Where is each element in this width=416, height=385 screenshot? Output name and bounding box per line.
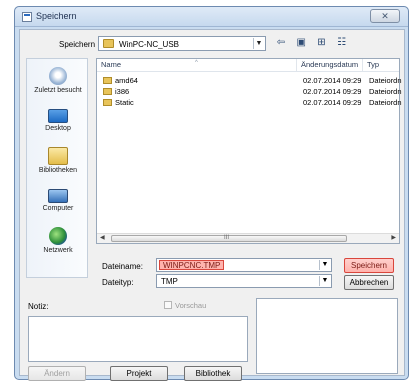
- scroll-right-icon[interactable]: ▶: [391, 234, 396, 241]
- library-button[interactable]: Bibliothek: [184, 366, 242, 381]
- computer-icon: [48, 189, 68, 203]
- preview-label: Vorschau: [175, 301, 207, 310]
- preview-checkbox[interactable]: Vorschau: [164, 301, 206, 310]
- list-item[interactable]: i386 02.07.2014 09:29 Dateiordn: [97, 86, 402, 97]
- file-list[interactable]: Name ^ Änderungsdatum Typ amd64 02.07.20…: [96, 58, 402, 244]
- filetype-value: TMP: [161, 277, 178, 286]
- filetype-select[interactable]: TMP ▼: [156, 274, 332, 288]
- note-textarea[interactable]: [28, 316, 248, 362]
- save-in-combobox[interactable]: WinPC-NC_USB ▼: [98, 36, 266, 51]
- filetype-label: Dateityp:: [102, 278, 134, 287]
- change-button[interactable]: Ändern: [28, 366, 86, 381]
- folder-icon: [103, 77, 112, 84]
- window-icon: [22, 12, 32, 22]
- network-icon: [49, 227, 67, 245]
- item-date: 02.07.2014 09:29: [303, 76, 362, 85]
- cancel-button[interactable]: Abbrechen: [344, 275, 394, 290]
- item-name: i386: [115, 87, 130, 96]
- chevron-down-icon[interactable]: ▼: [253, 38, 264, 49]
- window-title: Speichern: [36, 11, 77, 21]
- save-in-label: Speichern: [59, 40, 96, 49]
- list-item[interactable]: Static 02.07.2014 09:29 Dateiordn: [97, 97, 402, 108]
- checkbox-icon: [164, 301, 172, 309]
- title-bar[interactable]: Speichern ✕: [15, 7, 408, 27]
- sort-caret-icon: ^: [195, 60, 198, 66]
- preview-pane: [256, 298, 398, 374]
- scroll-grip: III: [224, 235, 230, 241]
- nav-toolbar: ⇦ ▣ ⊞ ☷: [274, 36, 353, 50]
- column-header-type[interactable]: Typ: [363, 59, 401, 71]
- filename-field[interactable]: WINPCNC.TMP ▼: [156, 258, 332, 272]
- place-label: Bibliotheken: [38, 167, 78, 174]
- chevron-down-icon[interactable]: ▼: [319, 276, 330, 286]
- place-computer[interactable]: Computer: [27, 189, 89, 212]
- item-date: 02.07.2014 09:29: [303, 87, 362, 96]
- horizontal-scrollbar[interactable]: ◀ III ▶: [97, 233, 399, 243]
- places-bar: Zuletzt besucht Desktop Bibliotheken Com…: [26, 58, 88, 278]
- recent-places-icon: [49, 67, 67, 85]
- item-type: Dateiordn: [369, 76, 402, 85]
- place-recent[interactable]: Zuletzt besucht: [27, 67, 89, 94]
- desktop-icon: [48, 109, 68, 123]
- close-button[interactable]: ✕: [370, 9, 400, 23]
- place-network[interactable]: Netzwerk: [27, 227, 89, 254]
- folder-icon: [103, 88, 112, 95]
- item-date: 02.07.2014 09:29: [303, 98, 362, 107]
- project-button[interactable]: Projekt: [110, 366, 168, 381]
- item-name: Static: [115, 98, 134, 107]
- folder-icon: [103, 99, 112, 106]
- filename-label: Dateiname:: [102, 262, 143, 271]
- place-label: Desktop: [45, 125, 71, 132]
- up-folder-icon[interactable]: ▣: [294, 36, 308, 50]
- scroll-left-icon[interactable]: ◀: [100, 234, 105, 241]
- save-in-path: WinPC-NC_USB: [119, 40, 180, 49]
- note-label: Notiz:: [28, 302, 49, 311]
- new-folder-icon[interactable]: ⊞: [314, 36, 328, 50]
- back-icon[interactable]: ⇦: [274, 36, 288, 50]
- list-item[interactable]: amd64 02.07.2014 09:29 Dateiordn: [97, 75, 402, 86]
- column-header-date[interactable]: Änderungsdatum: [297, 59, 363, 71]
- place-label: Netzwerk: [43, 247, 73, 254]
- save-dialog-window: Speichern ✕ Speichern WinPC-NC_USB ▼ ⇦ ▣…: [14, 6, 409, 381]
- filename-value[interactable]: WINPCNC.TMP: [159, 260, 225, 270]
- libraries-icon: [48, 147, 68, 165]
- save-button[interactable]: Speichern: [344, 258, 394, 273]
- scroll-thumb[interactable]: III: [111, 235, 347, 242]
- place-label: Zuletzt besucht: [34, 87, 82, 94]
- column-header-row: Name ^ Änderungsdatum Typ: [97, 59, 399, 72]
- place-libraries[interactable]: Bibliotheken: [27, 147, 89, 174]
- folder-icon: [103, 39, 114, 48]
- place-label: Computer: [42, 205, 74, 212]
- dialog-body: Speichern WinPC-NC_USB ▼ ⇦ ▣ ⊞ ☷ Zuletzt…: [19, 29, 405, 381]
- place-desktop[interactable]: Desktop: [27, 109, 89, 132]
- chevron-down-icon[interactable]: ▼: [319, 260, 330, 270]
- item-type: Dateiordn: [369, 87, 402, 96]
- item-type: Dateiordn: [369, 98, 402, 107]
- view-menu-icon[interactable]: ☷: [335, 36, 349, 50]
- item-name: amd64: [115, 76, 138, 85]
